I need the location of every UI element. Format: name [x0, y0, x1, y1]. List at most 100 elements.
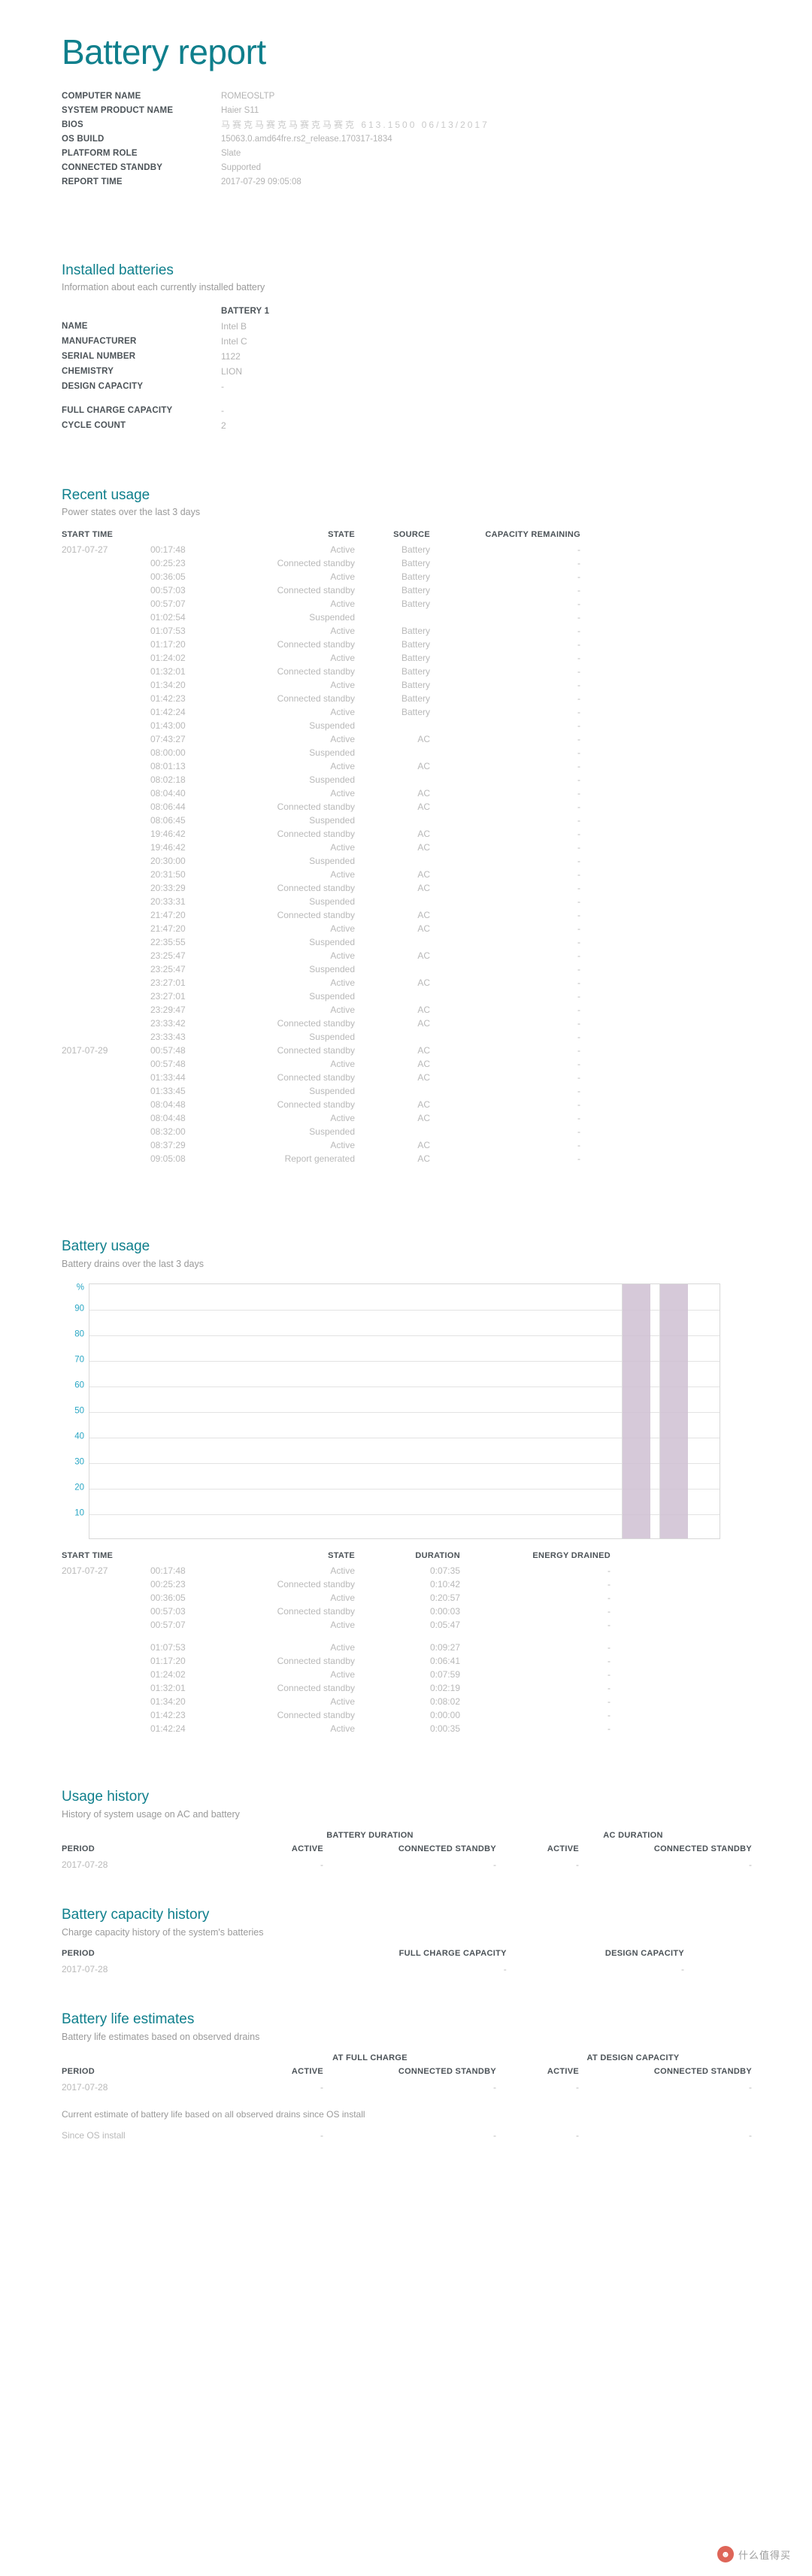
col-start-time: START TIME — [62, 530, 114, 540]
cell-date — [62, 814, 150, 827]
col-battery-active: ACTIVE — [291, 1844, 323, 1854]
cell-date — [62, 1618, 150, 1632]
info-label: OS BUILD — [62, 134, 105, 144]
cell-date — [62, 895, 150, 908]
info-row: COMPUTER NAME ROMEOSLTP — [62, 89, 489, 104]
cell-time: 08:04:40 — [150, 787, 186, 799]
cell-date — [62, 1641, 150, 1654]
cell-capacity: - — [577, 1153, 580, 1164]
recent-usage-title: Recent usage — [62, 486, 150, 503]
cell-state: Connected standby — [277, 557, 355, 568]
chart-battery-band — [622, 1284, 650, 1539]
battery-field-label: SERIAL NUMBER — [62, 352, 136, 362]
cell-date — [62, 665, 150, 678]
cell-energy-drained: - — [607, 1723, 611, 1734]
cell-state: Active — [330, 950, 355, 961]
cell-time: 09:05:08 — [150, 1153, 186, 1164]
cell-source — [362, 1125, 438, 1138]
battery-field-value: 2 — [221, 420, 226, 432]
cell-source: Battery — [401, 625, 430, 636]
cell-capacity: - — [577, 638, 580, 650]
info-label: REPORT TIME — [62, 177, 123, 186]
info-label: PLATFORM ROLE — [62, 148, 138, 158]
cell-capacity: - — [577, 950, 580, 961]
installed-batteries-section: Installed batteries Information about ea… — [0, 262, 812, 434]
cell-date — [62, 1605, 150, 1618]
cell-state: Suspended — [309, 990, 355, 1002]
cell-time: 19:46:42 — [150, 828, 186, 839]
table-row: 08:04:48 Active AC - — [62, 1111, 588, 1125]
cell-state: Active — [330, 679, 355, 690]
cell-capacity: - — [577, 828, 580, 839]
cell-time: 01:24:02 — [150, 652, 186, 663]
cell-source: AC — [417, 1017, 430, 1029]
cell-date — [62, 935, 150, 949]
cell-time: 08:02:18 — [150, 774, 186, 785]
cell-source: Battery — [401, 665, 430, 677]
cell-source: AC — [417, 828, 430, 839]
cell-date — [62, 705, 150, 719]
cell-source: Battery — [401, 692, 430, 704]
cell-capacity: - — [577, 1058, 580, 1069]
cell-capacity: - — [577, 720, 580, 731]
cell-date — [62, 1681, 150, 1695]
cell-energy-drained: - — [607, 1619, 611, 1630]
cell-battery-connected-standby: - — [493, 1859, 496, 1871]
cell-state: Connected standby — [277, 1709, 355, 1720]
table-row: MANUFACTURER Intel C — [62, 335, 269, 350]
info-label: COMPUTER NAME — [62, 91, 141, 101]
battery-field-label: CHEMISTRY — [62, 367, 114, 377]
table-row: 2017-07-29 00:57:48 Connected standby AC - — [62, 1044, 588, 1057]
cell-date — [62, 638, 150, 651]
cell-state: Connected standby — [277, 1017, 355, 1029]
table-row: 20:33:31 Suspended - — [62, 895, 588, 908]
cell-source — [362, 814, 438, 827]
info-value: Haier S11 — [221, 105, 259, 115]
cell-capacity: - — [577, 625, 580, 636]
capacity-history-table: PERIOD FULL CHARGE CAPACITY DESIGN CAPAC… — [62, 1947, 693, 1976]
y-axis-tick-label: 90 — [74, 1304, 84, 1314]
cell-date — [62, 1125, 150, 1138]
table-row: 23:33:42 Connected standby AC - — [62, 1017, 588, 1030]
battery-report-page: Battery report COMPUTER NAME ROMEOSLTP SYS… — [0, 0, 812, 2576]
cell-state: Connected standby — [277, 828, 355, 839]
cell-time: 00:25:23 — [150, 1578, 186, 1590]
cell-duration: 0:00:35 — [429, 1723, 460, 1734]
cell-date — [62, 1017, 150, 1030]
cell-date — [62, 881, 150, 895]
table-row: 19:46:42 Active AC - — [62, 841, 588, 854]
cell-ac-active: - — [576, 1859, 579, 1871]
cell-capacity: - — [577, 787, 580, 799]
cell-capacity: - — [577, 584, 580, 596]
chart-band-edge — [622, 1284, 623, 1539]
cell-time: 08:04:48 — [150, 1112, 186, 1123]
table-row: Since OS install - - - - — [62, 2129, 761, 2142]
cell-fullcharge-active: - — [320, 2130, 323, 2141]
cell-capacity: - — [577, 665, 580, 677]
cell-state: Active — [330, 787, 355, 799]
cell-time: 01:42:24 — [150, 1723, 186, 1734]
cell-design-active: - — [576, 2082, 580, 2093]
info-row: SYSTEM PRODUCT NAME Haier S11 — [62, 104, 489, 118]
cell-duration: 0:00:00 — [429, 1709, 460, 1720]
cell-energy-drained: - — [607, 1565, 611, 1576]
cell-state: Active — [330, 733, 355, 744]
cell-time: 23:29:47 — [150, 1004, 186, 1015]
cell-source — [362, 1030, 438, 1044]
cell-capacity: - — [577, 692, 580, 704]
table-row: 2017-07-27 00:17:48 Active Battery - — [62, 543, 588, 556]
cell-date — [62, 1084, 150, 1098]
cell-date — [62, 1098, 150, 1111]
cell-date: 2017-07-27 — [62, 1565, 108, 1576]
table-row: 00:57:48 Active AC - — [62, 1057, 588, 1071]
cell-state: Suspended — [309, 774, 355, 785]
cell-date — [62, 759, 150, 773]
table-row: 23:29:47 Active AC - — [62, 1003, 588, 1017]
cell-time: 01:34:20 — [150, 679, 186, 690]
cell-date — [62, 1057, 150, 1071]
life-estimates-note: Current estimate of battery life based o… — [62, 2109, 365, 2120]
table-row: 00:57:07 Active Battery - — [62, 597, 588, 611]
table-row: 08:32:00 Suspended - — [62, 1125, 588, 1138]
cell-time: 00:25:23 — [150, 557, 186, 568]
cell-energy-drained: - — [607, 1592, 611, 1603]
